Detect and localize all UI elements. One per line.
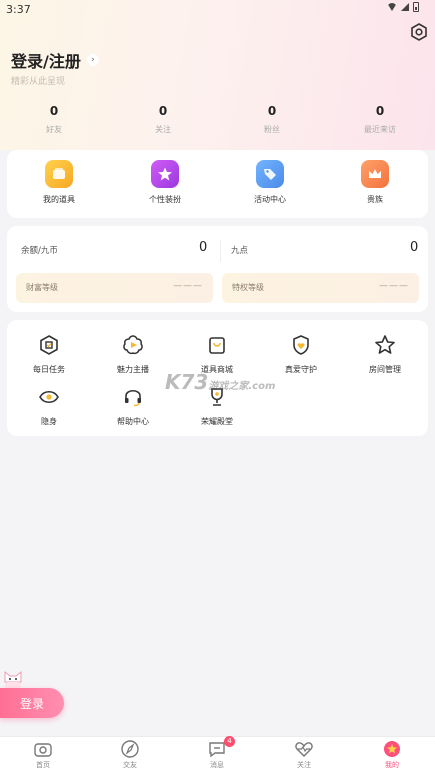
service-invisible[interactable]: 隐身	[19, 386, 79, 427]
balance-card: 余额/九币 0 九点 0 财富等级 ——— 特权等级 ———	[7, 226, 428, 312]
service-charm-anchor[interactable]: 魅力主播	[103, 334, 163, 375]
service-label: 魅力主播	[117, 365, 149, 374]
quick-label: 贵族	[367, 195, 383, 204]
tab-home[interactable]: 首页	[13, 739, 73, 770]
tab-label: 我的	[385, 761, 399, 769]
service-room-management[interactable]: 房间管理	[355, 334, 415, 375]
heart-shield-icon	[293, 335, 309, 355]
stats-row: 0 好友 0 关注 0 粉丝 0 最近来访	[0, 104, 435, 140]
quick-activity-center[interactable]: 活动中心	[230, 160, 310, 205]
watermark: K73游戏之家.com	[165, 370, 275, 394]
tab-dating[interactable]: 交友	[100, 739, 160, 770]
watermark-domain: .com	[248, 381, 276, 392]
status-icons	[387, 2, 419, 12]
header-subtitle: 精彩从此呈现	[11, 77, 66, 87]
privilege-level-value: ———	[379, 281, 409, 291]
settings-button[interactable]	[409, 22, 429, 42]
coin-balance-value: 0	[199, 240, 208, 255]
stat-friends[interactable]: 0 好友	[14, 104, 94, 135]
stat-recent-visitors[interactable]: 0 最近来访	[340, 104, 420, 135]
wealth-level-label: 财富等级	[26, 283, 58, 292]
coin-balance-label: 余额/九币	[21, 246, 58, 256]
stat-label: 好友	[46, 125, 62, 134]
stat-label: 最近来访	[364, 125, 396, 134]
compass-icon	[120, 739, 140, 759]
tab-following[interactable]: 关注	[274, 739, 334, 770]
service-help-center[interactable]: 帮助中心	[103, 386, 163, 427]
camera-icon	[33, 739, 53, 759]
profile-icon	[382, 739, 402, 759]
flower-play-icon	[123, 335, 143, 355]
quick-dress-up[interactable]: 个性装扮	[125, 160, 205, 205]
eye-icon	[39, 390, 59, 404]
hexagon-settings-icon	[411, 23, 427, 41]
privilege-level-bar[interactable]: 特权等级 ———	[222, 273, 419, 303]
cat-mascot-icon	[4, 670, 22, 688]
battery-icon	[413, 2, 419, 12]
stat-following[interactable]: 0 关注	[123, 104, 203, 135]
headset-icon	[125, 389, 141, 407]
service-label: 隐身	[41, 417, 57, 426]
service-label: 帮助中心	[117, 417, 149, 426]
floating-login-button[interactable]: 登录	[0, 688, 64, 718]
watermark-sub: 游戏之家	[208, 381, 249, 392]
quick-actions-card: 我的道具 个性装扮 活动中心 贵族	[7, 150, 428, 218]
service-label: 每日任务	[33, 365, 65, 374]
heartbeat-icon	[294, 739, 314, 759]
stat-value: 0	[375, 104, 385, 118]
bottom-tab-bar: 首页 交友 4 消息 关注 我的	[0, 736, 435, 773]
stat-value: 0	[49, 104, 59, 118]
login-register-link[interactable]: 登录/注册 ›	[11, 48, 99, 72]
message-badge: 4	[224, 736, 235, 747]
tag-icon	[256, 160, 284, 188]
signal-icon	[401, 3, 409, 11]
points-label: 九点	[231, 246, 249, 256]
props-box-icon	[45, 160, 73, 188]
stat-value: 0	[267, 104, 277, 118]
status-bar: 3:37	[0, 0, 435, 18]
wifi-icon	[387, 3, 397, 11]
service-label: 房间管理	[369, 365, 401, 374]
points-value: 0	[410, 240, 419, 255]
quick-my-props[interactable]: 我的道具	[19, 160, 99, 205]
wealth-level-bar[interactable]: 财富等级 ———	[16, 273, 213, 303]
tab-messages[interactable]: 4 消息	[187, 736, 247, 770]
stat-label: 粉丝	[264, 125, 280, 134]
tab-label: 关注	[297, 761, 311, 769]
status-time: 3:37	[6, 3, 31, 16]
divider	[220, 240, 221, 262]
quick-label: 我的道具	[43, 195, 75, 204]
task-shield-icon	[40, 335, 58, 355]
star-outline-icon	[375, 335, 395, 354]
watermark-main: K73	[165, 370, 209, 394]
stat-label: 关注	[155, 125, 171, 134]
tab-label: 交友	[123, 761, 137, 769]
message-icon: 4	[207, 736, 235, 759]
wealth-level-value: ———	[173, 281, 203, 291]
quick-label: 活动中心	[254, 195, 286, 204]
shop-bag-icon	[209, 337, 225, 354]
stat-value: 0	[158, 104, 168, 118]
tab-mine[interactable]: 我的	[362, 739, 422, 770]
quick-label: 个性装扮	[149, 195, 181, 204]
service-label: 荣耀殿堂	[201, 417, 233, 426]
service-label: 真爱守护	[285, 365, 317, 374]
page-title: 登录/注册	[11, 52, 81, 71]
tab-label: 消息	[210, 761, 224, 769]
stat-fans[interactable]: 0 粉丝	[232, 104, 312, 135]
tab-label: 首页	[36, 761, 50, 769]
privilege-level-label: 特权等级	[232, 283, 264, 292]
service-daily-tasks[interactable]: 每日任务	[19, 334, 79, 375]
quick-nobility[interactable]: 贵族	[335, 160, 415, 205]
service-true-love-guard[interactable]: 真爱守护	[271, 334, 331, 375]
star-badge-icon	[151, 160, 179, 188]
service-props-shop[interactable]: 道具商城	[187, 334, 247, 375]
chevron-right-icon: ›	[86, 54, 99, 66]
crown-icon	[361, 160, 389, 188]
